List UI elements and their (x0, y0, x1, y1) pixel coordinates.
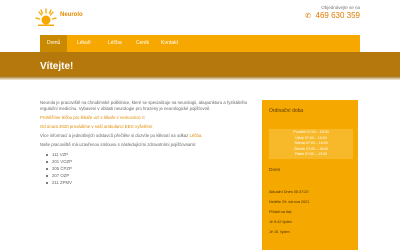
today-label: Dnes (269, 168, 281, 173)
intro-text: Neurola je pracoviště na chrudimské poli… (40, 100, 248, 111)
insurers-list: 111 VZP 201 VOZP 205 ČPZP 207 OZP 211 ZP… (40, 151, 250, 186)
insurer-item: 201 VOZP (46, 158, 250, 165)
nav-item-domu[interactable]: Domů (40, 35, 68, 52)
notice-eeg: Od února 2020 provádíme v naší ambulanci… (40, 124, 153, 129)
header: Neurolo Objednávejte se na ✆ 469 630 359 (0, 0, 400, 34)
nav-item-cenik[interactable]: Ceník (129, 35, 156, 52)
hours-row: Úterý 07:00 – 15:00 (295, 135, 327, 140)
banner-shadow (0, 76, 400, 80)
today-note: Neděle 29. června 2021 (269, 200, 310, 204)
phone-number[interactable]: ✆ 469 630 359 (305, 11, 360, 20)
info-text: Více informací a jednotlivých odstavců p… (40, 133, 189, 138)
hours-row: Čtvrtek 07:00 – 15:00 (293, 146, 329, 151)
logo[interactable]: Neurolo (35, 6, 91, 28)
page-title: Vítejte! (40, 61, 74, 72)
hours-row: Pátek 07:00 – 13:00 (294, 152, 328, 156)
office-hours-table: Pondělí 07:00 – 15:00 Úterý 07:00 – 15:0… (269, 129, 353, 159)
brand-name: Neurolo (60, 12, 83, 18)
insurer-item: 111 VZP (46, 151, 250, 158)
nav-item-lecba[interactable]: Léčba (101, 35, 129, 52)
hours-row: Pondělí 07:00 – 15:00 (293, 130, 329, 134)
insurer-item: 211 ZPMV (46, 179, 250, 186)
hours-row: Středa 07:00 – 16:00 (294, 141, 328, 145)
today-note: Aktuální Dnes 05:37:20 (269, 190, 309, 194)
lecba-link[interactable]: Léčba. (190, 133, 203, 138)
insurer-item: 207 OZP (46, 172, 250, 179)
page: Neurolo Objednávejte se na ✆ 469 630 359… (0, 0, 400, 250)
order-label: Objednávejte se na (321, 5, 360, 10)
nav-item-kontakt[interactable]: Kontakt (154, 35, 185, 52)
sidebar: Ordinační doba Pondělí 07:00 – 15:00 Úte… (262, 100, 358, 250)
info-paragraph: Více informací a jednotlivých odstavců p… (40, 133, 250, 139)
main-content: Neurola je pracoviště na chrudimské poli… (40, 100, 250, 186)
phone-icon: ✆ (305, 12, 312, 20)
phone-text: 469 630 359 (315, 11, 361, 20)
main-nav: Domů Lékaři Léčba Ceník Kontakt (40, 35, 360, 52)
insurers-intro: Naše pracoviště má uzavřenou smlouvu s n… (40, 142, 197, 147)
insurer-item: 205 ČPZP (46, 165, 250, 172)
nav-item-lekari[interactable]: Lékaři (70, 35, 98, 52)
today-note: Je 15. týden (269, 230, 290, 234)
sun-logo-icon (35, 8, 57, 26)
today-note: Je 5:42 týden (269, 220, 292, 224)
office-hours-title: Ordinační doba (269, 108, 304, 114)
notice-doctor: Prohlížíme léčbu pro lékaře uzí s lékaře… (40, 115, 146, 120)
today-note: Přidali na tisk (269, 210, 292, 214)
